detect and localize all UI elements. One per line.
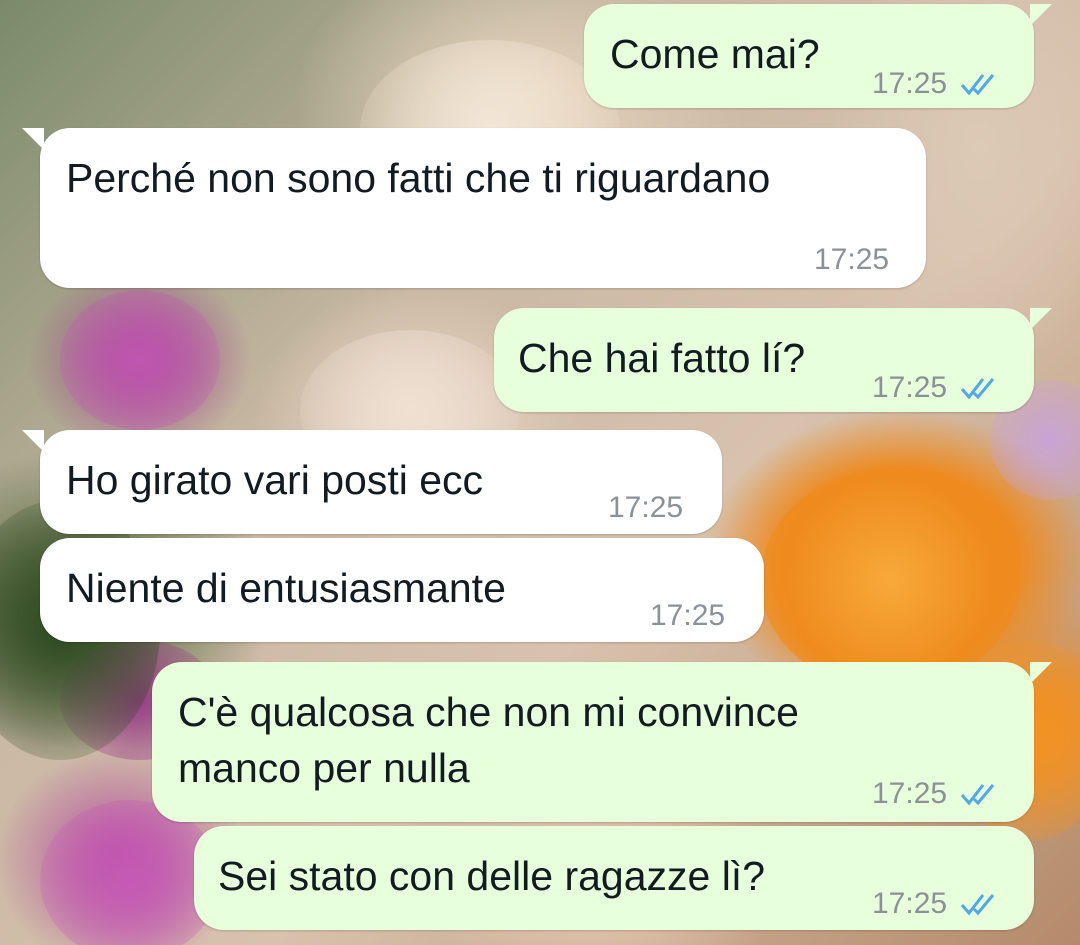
message-text: Ho girato vari posti ecc (66, 457, 484, 503)
bubble-tail (1030, 308, 1052, 330)
message-bubble-outgoing[interactable]: C'è qualcosa che non mi convince manco p… (152, 662, 1052, 822)
message-time: 17:25 (872, 777, 948, 810)
message-time: 17:25 (814, 243, 890, 276)
message-time: 17:25 (872, 371, 948, 404)
message-time: 17:25 (608, 491, 684, 524)
message-bubble-outgoing[interactable]: Che hai fatto lí? 17:25 (494, 308, 1052, 412)
message-bubble-incoming[interactable]: Perché non sono fatti che ti riguardano … (22, 128, 926, 288)
message-text: C'è qualcosa che non mi convince manco p… (178, 689, 799, 791)
message-text: Sei stato con delle ragazze lì? (218, 853, 765, 899)
read-ticks-icon (960, 894, 995, 916)
message-meta: 17:25 (872, 360, 1003, 416)
message-bubble-incoming[interactable]: Niente di entusiasmante 17:25 (40, 538, 764, 642)
bubble-tail (1030, 662, 1052, 684)
message-time: 17:25 (872, 887, 948, 920)
read-ticks-icon (960, 74, 995, 96)
message-bubble-outgoing[interactable]: Come mai? 17:25 (584, 4, 1052, 108)
bubble-tail (1030, 4, 1052, 26)
message-text: Niente di entusiasmante (66, 565, 506, 611)
message-meta: 17:25 (872, 876, 1003, 932)
message-meta: 17:25 (872, 766, 1003, 822)
message-text: Perché non sono fatti che ti riguardano (66, 155, 771, 201)
read-ticks-icon (960, 784, 995, 806)
message-text: Come mai? (610, 31, 820, 77)
read-ticks-icon (960, 378, 995, 400)
bubble-tail (22, 128, 44, 150)
flower-decoration (760, 470, 1020, 690)
message-meta: 17:25 (608, 480, 683, 536)
message-bubble-outgoing[interactable]: Sei stato con delle ragazze lì? 17:25 (194, 826, 1034, 930)
bubble-tail (22, 430, 44, 452)
message-bubble-incoming[interactable]: Ho girato vari posti ecc 17:25 (22, 430, 722, 536)
message-time: 17:25 (872, 67, 948, 100)
message-time: 17:25 (650, 599, 726, 632)
message-meta: 17:25 (650, 588, 725, 644)
message-text: Che hai fatto lí? (518, 335, 806, 381)
message-meta: 17:25 (814, 232, 889, 288)
flower-decoration (60, 290, 220, 430)
message-meta: 17:25 (872, 56, 1003, 112)
